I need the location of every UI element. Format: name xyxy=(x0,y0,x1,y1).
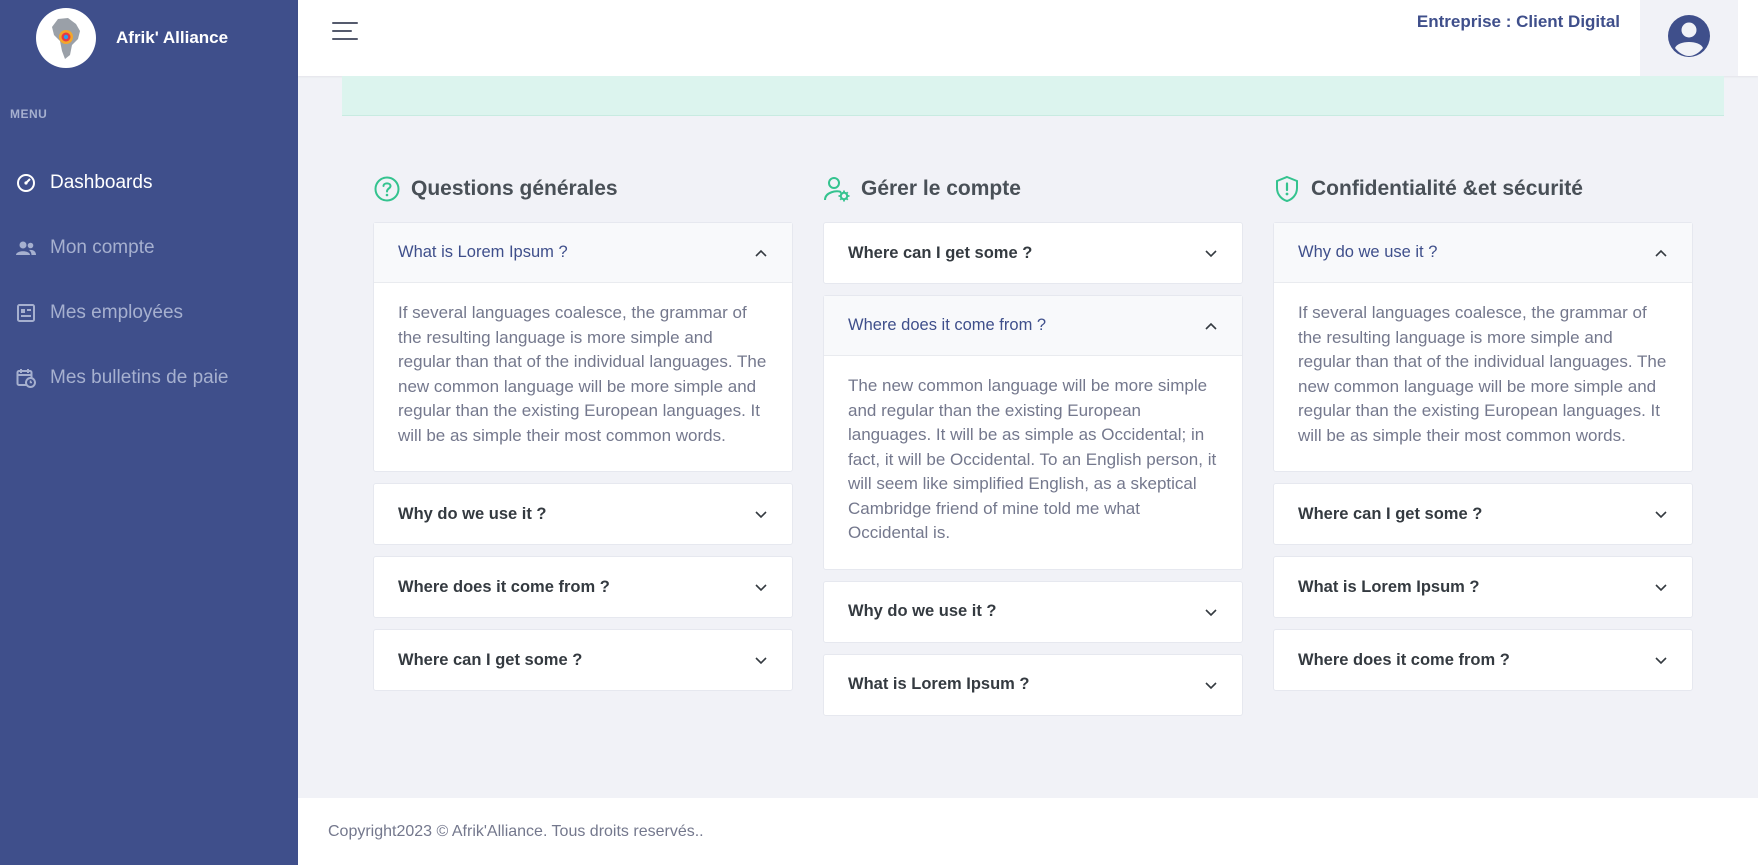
africa-map-logo xyxy=(36,8,96,68)
user-menu-button[interactable] xyxy=(1640,0,1738,76)
company-name: Entreprise : Client Digital xyxy=(1416,12,1620,31)
faq-column-title: Gérer le compte xyxy=(861,177,1021,200)
sidebar-nav: Dashboards Mon compte Mes employées Mes … xyxy=(0,150,298,410)
faq-answer: The new common language will be more sim… xyxy=(848,376,1217,542)
faq-column-security: Confidentialité &et sécurité Why do we u… xyxy=(1273,172,1693,702)
question-circle-icon xyxy=(373,175,401,203)
faq-question: Where does it come from ? xyxy=(398,577,610,596)
chevron-up-icon xyxy=(755,249,767,257)
faq-answer: If several languages coalesce, the gramm… xyxy=(1298,303,1667,445)
chevron-down-icon xyxy=(1205,250,1217,258)
copyright-text: Copyright2023 © Afrik'Alliance. Tous dro… xyxy=(328,823,704,840)
chevron-down-icon xyxy=(1655,657,1667,665)
faq-question-toggle[interactable]: Why do we use it ? xyxy=(1274,223,1692,283)
sidebar: Afrik' Alliance MENU Dashboards Mon comp… xyxy=(0,0,298,865)
sidebar-item-mes-bulletins[interactable]: Mes bulletins de paie xyxy=(0,345,298,410)
chevron-up-icon xyxy=(1205,322,1217,330)
faq-item: Where does it come from ? xyxy=(373,556,793,618)
faq-item: Where does it come from ? The new common… xyxy=(823,295,1243,570)
menu-toggle-icon[interactable] xyxy=(332,22,358,42)
faq-column-header: Confidentialité &et sécurité xyxy=(1273,172,1693,206)
faq-column-account: Gérer le compte Where can I get some ? W… xyxy=(823,172,1243,727)
sidebar-item-label: Mes bulletins de paie xyxy=(50,366,229,388)
faq-question: Why do we use it ? xyxy=(398,504,547,523)
list-document-icon xyxy=(15,302,37,324)
faq-question-toggle[interactable]: Where does it come from ? xyxy=(824,296,1242,356)
sidebar-item-label: Mes employées xyxy=(50,301,184,323)
faq-question-toggle[interactable]: Where does it come from ? xyxy=(1274,630,1692,690)
chevron-down-icon xyxy=(1205,608,1217,616)
faq-item: Why do we use it ? xyxy=(823,580,1243,643)
faq-item: Where does it come from ? xyxy=(1273,629,1693,691)
chevron-down-icon xyxy=(755,511,767,519)
menu-title: MENU xyxy=(10,107,48,121)
user-settings-icon xyxy=(823,175,851,203)
faq-question: Where does it come from ? xyxy=(1298,650,1510,669)
faq-question: What is Lorem Ipsum ? xyxy=(1298,577,1480,596)
faq-question: Where can I get some ? xyxy=(1298,504,1483,523)
sidebar-item-label: Dashboards xyxy=(50,171,153,193)
sidebar-item-dashboards[interactable]: Dashboards xyxy=(0,150,298,215)
users-icon xyxy=(15,237,37,259)
alert-banner xyxy=(342,76,1724,116)
chevron-up-icon xyxy=(1655,249,1667,257)
faq-item: Where can I get some ? xyxy=(823,222,1243,284)
faq-item: Where can I get some ? xyxy=(1273,483,1693,545)
faq-column-header: Gérer le compte xyxy=(823,172,1243,206)
faq-question-toggle[interactable]: Where does it come from ? xyxy=(374,557,792,617)
user-circle-icon xyxy=(1667,14,1711,63)
faq-question: What is Lorem Ipsum ? xyxy=(398,243,568,261)
chevron-down-icon xyxy=(755,657,767,665)
faq-item: Why do we use it ? xyxy=(373,483,793,545)
faq-column-title: Confidentialité &et sécurité xyxy=(1311,177,1583,200)
faq-column-title: Questions générales xyxy=(411,177,618,200)
faq-question-toggle[interactable]: Where can I get some ? xyxy=(374,630,792,690)
faq-question-toggle[interactable]: What is Lorem Ipsum ? xyxy=(1274,557,1692,617)
faq-answer: If several languages coalesce, the gramm… xyxy=(398,303,767,445)
sidebar-item-mon-compte[interactable]: Mon compte xyxy=(0,215,298,280)
faq-question: Why do we use it ? xyxy=(1298,243,1438,261)
faq-column-header: Questions générales xyxy=(373,172,793,206)
brand[interactable]: Afrik' Alliance xyxy=(36,8,228,68)
chevron-down-icon xyxy=(1205,681,1217,689)
faq-question: What is Lorem Ipsum ? xyxy=(848,675,1030,693)
faq-question: Why do we use it ? xyxy=(848,602,997,620)
faq-question: Where can I get some ? xyxy=(848,243,1033,262)
faq-question-toggle[interactable]: Why do we use it ? xyxy=(824,582,1242,642)
faq-column-general: Questions générales What is Lorem Ipsum … xyxy=(373,172,793,702)
faq-item: Why do we use it ? If several languages … xyxy=(1273,222,1693,472)
chevron-down-icon xyxy=(1655,511,1667,519)
faq-question-toggle[interactable]: Why do we use it ? xyxy=(374,484,792,544)
speedometer-icon xyxy=(15,172,37,194)
topbar: Entreprise : Client Digital xyxy=(298,0,1758,76)
sidebar-item-label: Mon compte xyxy=(50,236,155,258)
faq-item: What is Lorem Ipsum ? xyxy=(1273,556,1693,618)
brand-name: Afrik' Alliance xyxy=(116,28,229,47)
faq-item: Where can I get some ? xyxy=(373,629,793,691)
faq-item: What is Lorem Ipsum ? xyxy=(823,653,1243,716)
faq-question: Where can I get some ? xyxy=(398,650,583,669)
chevron-down-icon xyxy=(755,584,767,592)
faq-question-toggle[interactable]: Where can I get some ? xyxy=(1274,484,1692,544)
faq-question-toggle[interactable]: What is Lorem Ipsum ? xyxy=(824,655,1242,715)
chevron-down-icon xyxy=(1655,584,1667,592)
footer: Copyright2023 © Afrik'Alliance. Tous dro… xyxy=(298,798,1758,865)
sidebar-item-mes-employees[interactable]: Mes employées xyxy=(0,280,298,345)
faq-item: What is Lorem Ipsum ? If several languag… xyxy=(373,222,793,472)
calendar-clock-icon xyxy=(15,367,37,389)
shield-alert-icon xyxy=(1273,175,1301,203)
faq-question-toggle[interactable]: What is Lorem Ipsum ? xyxy=(374,223,792,283)
faq-question-toggle[interactable]: Where can I get some ? xyxy=(824,223,1242,283)
faq-question: Where does it come from ? xyxy=(848,316,1047,334)
